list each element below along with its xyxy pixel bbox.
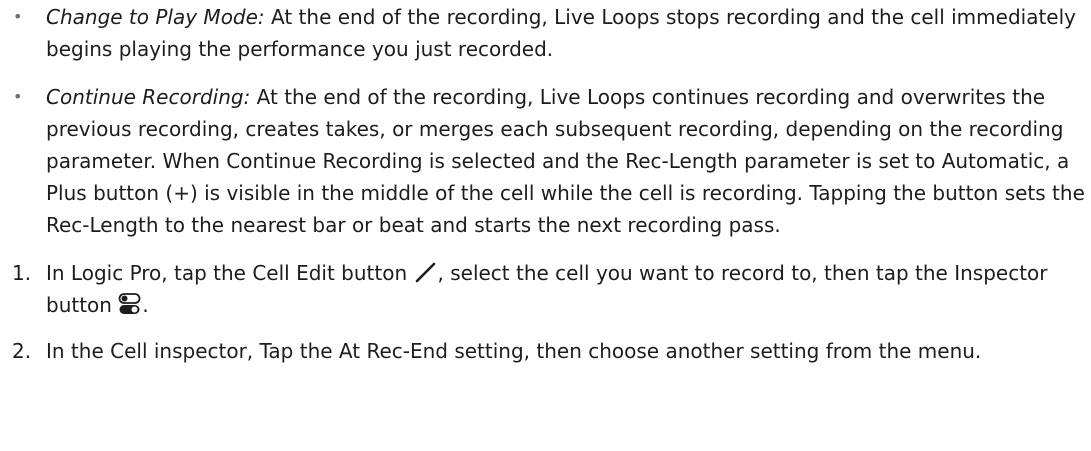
- bullet-item-continue-recording: • Continue Recording: At the end of the …: [0, 81, 1091, 241]
- help-document: • Change to Play Mode: At the end of the…: [0, 0, 1091, 367]
- bullet-term: Continue Recording:: [46, 85, 251, 109]
- step-number: 1.: [12, 261, 32, 285]
- pencil-icon: [414, 260, 438, 284]
- step-item-1: 1. In Logic Pro, tap the Cell Edit butto…: [0, 257, 1091, 321]
- step-text: In the Cell inspector, Tap the At Rec-En…: [46, 339, 982, 363]
- bullet-term: Change to Play Mode:: [46, 5, 265, 29]
- inspector-toggle-icon: [118, 292, 142, 316]
- bullet-item-change-to-play-mode: • Change to Play Mode: At the end of the…: [0, 1, 1091, 65]
- bullet-marker: •: [13, 87, 23, 106]
- step-text-before: In Logic Pro, tap the Cell Edit button: [46, 261, 414, 285]
- step-item-2: 2. In the Cell inspector, Tap the At Rec…: [0, 335, 1091, 367]
- step-text-after: .: [142, 293, 149, 317]
- bullet-marker: •: [13, 7, 23, 26]
- step-number: 2.: [12, 339, 32, 363]
